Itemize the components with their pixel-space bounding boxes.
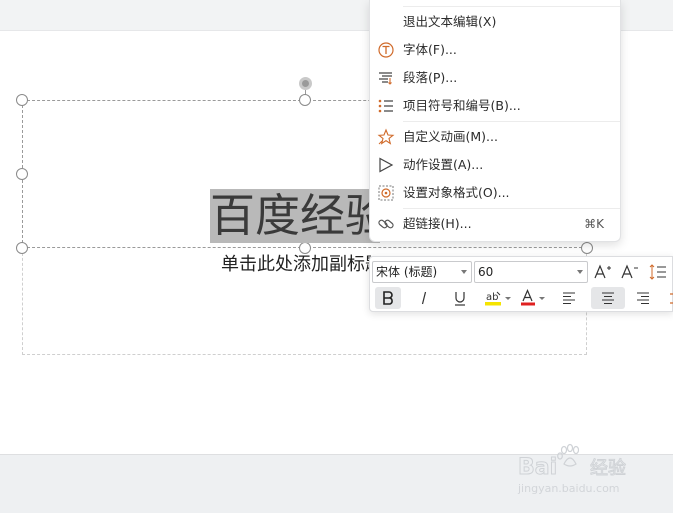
bold-icon <box>383 291 393 305</box>
align-left-icon <box>563 292 575 305</box>
menu-item-format-object[interactable]: 设置对象格式(O)... <box>370 180 622 206</box>
menu-item-font[interactable]: 字体(F)... <box>370 37 622 63</box>
line-spacing-button[interactable] <box>646 261 670 283</box>
menu-separator <box>403 121 620 122</box>
baidu-paw-logo-icon: Bai 经验 jingyan.baidu.com <box>517 443 626 495</box>
menu-separator <box>403 208 620 209</box>
menu-item-shortcut: ⌘K <box>584 217 604 231</box>
resize-handle-top[interactable] <box>299 94 311 106</box>
menu-item-label: 设置对象格式(O)... <box>403 185 510 200</box>
svg-text:ab: ab <box>486 292 498 303</box>
font-color-button[interactable] <box>518 287 550 309</box>
slide-title-text[interactable]: 百度经验 <box>210 189 380 243</box>
highlight-marker-icon: ab <box>485 291 511 306</box>
menu-separator <box>403 6 620 7</box>
hyperlink-icon <box>378 219 394 229</box>
align-left-button[interactable] <box>556 287 582 309</box>
format-object-icon <box>378 185 394 201</box>
context-menu: 退出文本编辑(X) 字体(F)... 段落(P)... 项目符号和编号(B)..… <box>369 0 621 242</box>
watermark-brand: Bai <box>518 455 557 480</box>
justify-icon <box>670 293 673 304</box>
align-center-icon <box>602 292 614 305</box>
font-family-select[interactable]: 宋体 (标题) <box>372 261 472 283</box>
menu-item-label: 超链接(H)... <box>403 216 472 231</box>
paragraph-icon <box>379 72 392 85</box>
resize-handle-bottom-right[interactable] <box>581 242 593 254</box>
line-spacing-icon <box>649 264 666 280</box>
watermark-brand-suffix: 经验 <box>590 458 626 479</box>
bullet-list-icon <box>378 99 393 113</box>
underline-button[interactable] <box>447 287 473 309</box>
menu-item-paragraph[interactable]: 段落(P)... <box>370 65 622 91</box>
increase-font-size-button[interactable] <box>591 261 615 283</box>
slide-subtitle-text[interactable]: 单击此处添加副标题 <box>221 254 371 276</box>
align-center-button[interactable] <box>591 287 625 309</box>
font-color-icon <box>521 289 545 306</box>
menu-item-exit-text-edit[interactable]: 退出文本编辑(X) <box>370 9 622 35</box>
highlight-color-button[interactable]: ab <box>481 287 515 309</box>
italic-button[interactable] <box>411 287 437 309</box>
decrease-font-size-button[interactable] <box>618 261 642 283</box>
custom-animation-star-icon <box>377 128 395 145</box>
action-play-icon <box>379 157 394 173</box>
italic-icon <box>421 291 427 305</box>
menu-item-label: 动作设置(A)... <box>403 157 484 172</box>
resize-handle-top-left[interactable] <box>16 94 28 106</box>
more-toolbar-button[interactable] <box>662 287 673 309</box>
menu-item-label: 自定义动画(M)... <box>403 129 498 144</box>
font-size-select[interactable]: 60 <box>474 261 588 283</box>
menu-item-label: 段落(P)... <box>403 70 458 85</box>
chevron-down-icon <box>577 270 583 274</box>
underline-icon <box>455 292 465 306</box>
font-family-value: 宋体 (标题) <box>376 265 438 279</box>
menu-item-action-settings[interactable]: 动作设置(A)... <box>370 152 622 178</box>
watermark-url: jingyan.baidu.com <box>517 482 620 495</box>
menu-item-custom-animation[interactable]: 自定义动画(M)... <box>370 124 622 150</box>
menu-item-label: 退出文本编辑(X) <box>403 14 497 29</box>
mini-format-toolbar: 宋体 (标题) 60 ab <box>369 256 673 312</box>
rotate-handle[interactable] <box>299 77 312 90</box>
resize-handle-bottom[interactable] <box>299 242 311 254</box>
menu-item-hyperlink[interactable]: 超链接(H)... ⌘K <box>370 211 622 237</box>
decrease-font-size-icon <box>621 264 638 279</box>
bold-button[interactable] <box>375 287 401 309</box>
baidu-jingyan-watermark: Bai 经验 jingyan.baidu.com <box>516 440 646 500</box>
chevron-down-icon <box>461 270 467 274</box>
align-right-button[interactable] <box>630 287 656 309</box>
align-right-icon <box>637 292 649 305</box>
menu-item-bullets-numbering[interactable]: 项目符号和编号(B)... <box>370 93 622 119</box>
resize-handle-bottom-left[interactable] <box>16 242 28 254</box>
menu-item-label: 项目符号和编号(B)... <box>403 98 521 113</box>
font-t-circle-icon <box>378 42 394 58</box>
font-size-value: 60 <box>478 265 494 279</box>
menu-item-label: 字体(F)... <box>403 42 457 57</box>
increase-font-size-icon <box>594 264 611 279</box>
resize-handle-left[interactable] <box>16 168 28 180</box>
